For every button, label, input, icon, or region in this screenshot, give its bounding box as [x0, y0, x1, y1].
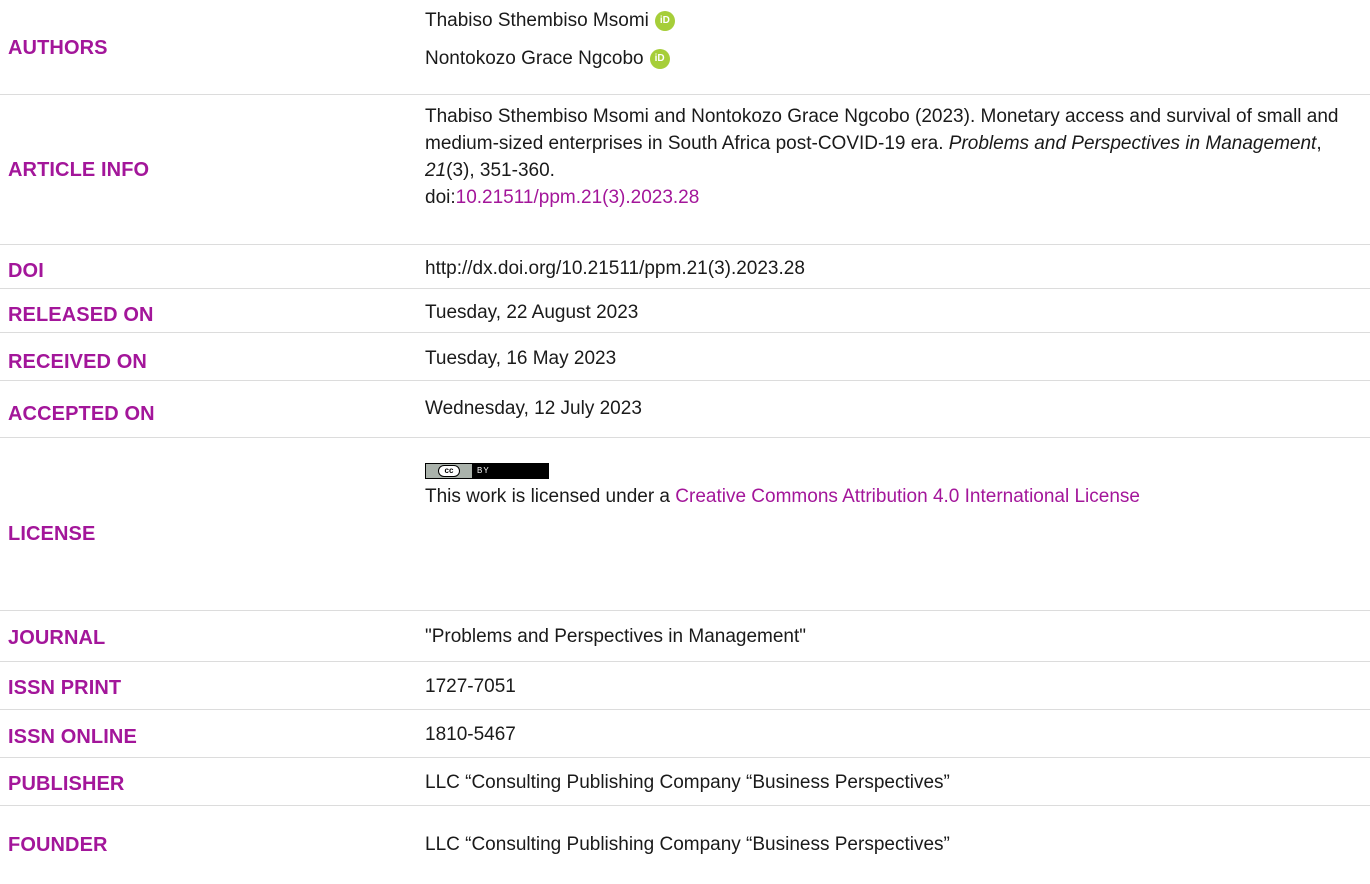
row-founder: FOUNDER LLC “Consulting Publishing Compa…: [0, 806, 1370, 884]
row-received-on: RECEIVED ON Tuesday, 16 May 2023: [0, 333, 1370, 381]
received-on-label: RECEIVED ON: [8, 351, 147, 373]
released-on-label: RELEASED ON: [8, 304, 154, 326]
license-link[interactable]: Creative Commons Attribution 4.0 Interna…: [675, 486, 1140, 507]
row-issn-print: ISSN PRINT 1727-7051: [0, 662, 1370, 710]
article-citation: Thabiso Sthembiso Msomi and Nontokozo Gr…: [425, 103, 1345, 211]
cc-by-badge[interactable]: cc BY: [425, 463, 549, 479]
issn-online-value: 1810-5467: [425, 724, 516, 745]
issn-print-label: ISSN PRINT: [8, 677, 122, 699]
issn-online-label: ISSN ONLINE: [8, 726, 137, 748]
doi-prefix: doi:: [425, 187, 456, 208]
cc-logo-icon: cc: [426, 464, 472, 478]
row-license: LICENSE cc BY This work is licensed unde…: [0, 438, 1370, 611]
license-statement: This work is licensed under a Creative C…: [425, 483, 1345, 510]
founder-value: LLC “Consulting Publishing Company “Busi…: [425, 834, 950, 855]
row-doi: DOI http://dx.doi.org/10.21511/ppm.21(3)…: [0, 245, 1370, 289]
license-content: cc BY This work is licensed under a Crea…: [425, 454, 1345, 510]
citation-journal: Problems and Perspectives in Management: [948, 133, 1317, 154]
row-article-info: ARTICLE INFO Thabiso Sthembiso Msomi and…: [0, 95, 1370, 245]
founder-label: FOUNDER: [8, 834, 108, 856]
journal-label: JOURNAL: [8, 627, 106, 649]
orcid-icon[interactable]: iD: [649, 48, 670, 69]
authors-label: AUTHORS: [8, 37, 108, 59]
author-name[interactable]: Thabiso Sthembiso Msomi: [425, 7, 649, 34]
citation-issue-pages: (3), 351-360.: [446, 160, 555, 181]
citation-doi-link[interactable]: 10.21511/ppm.21(3).2023.28: [456, 187, 700, 208]
citation-separator: ,: [1316, 133, 1322, 154]
author-item: Nontokozo Grace Ngcobo iD: [425, 45, 1345, 72]
publisher-label: PUBLISHER: [8, 773, 125, 795]
publisher-value: LLC “Consulting Publishing Company “Busi…: [425, 772, 950, 793]
license-text: This work is licensed under a: [425, 486, 676, 507]
issn-print-value: 1727-7051: [425, 676, 516, 697]
doi-value[interactable]: http://dx.doi.org/10.21511/ppm.21(3).202…: [425, 255, 1345, 282]
author-name[interactable]: Nontokozo Grace Ngcobo: [425, 45, 644, 72]
row-authors: AUTHORS Thabiso Sthembiso Msomi iD Nonto…: [0, 0, 1370, 95]
row-accepted-on: ACCEPTED ON Wednesday, 12 July 2023: [0, 381, 1370, 438]
accepted-on-value: Wednesday, 12 July 2023: [425, 398, 642, 419]
row-journal: JOURNAL "Problems and Perspectives in Ma…: [0, 611, 1370, 662]
citation-volume: 21: [425, 160, 447, 181]
row-publisher: PUBLISHER LLC “Consulting Publishing Com…: [0, 758, 1370, 806]
authors-list: Thabiso Sthembiso Msomi iD Nontokozo Gra…: [425, 7, 1345, 83]
author-item: Thabiso Sthembiso Msomi iD: [425, 7, 1345, 34]
row-released-on: RELEASED ON Tuesday, 22 August 2023: [0, 289, 1370, 333]
article-info-label: ARTICLE INFO: [8, 159, 150, 181]
accepted-on-label: ACCEPTED ON: [8, 403, 155, 425]
orcid-icon[interactable]: iD: [654, 10, 675, 31]
journal-value: "Problems and Perspectives in Management…: [425, 626, 807, 647]
cc-by-text: BY: [477, 466, 490, 475]
license-label: LICENSE: [8, 523, 96, 545]
released-on-value: Tuesday, 22 August 2023: [425, 302, 639, 323]
received-on-value: Tuesday, 16 May 2023: [425, 348, 617, 369]
doi-label: DOI: [8, 260, 44, 282]
row-issn-online: ISSN ONLINE 1810-5467: [0, 710, 1370, 758]
